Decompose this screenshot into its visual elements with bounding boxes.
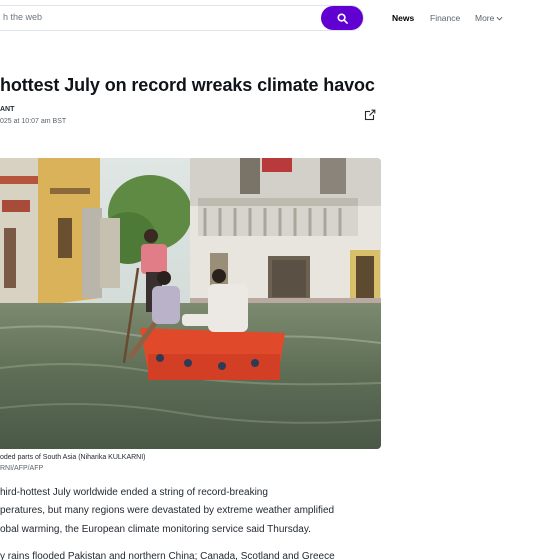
search-placeholder: h the web (3, 12, 43, 22)
nav-news[interactable]: News (392, 13, 414, 23)
chevron-down-icon (496, 16, 503, 20)
article-author[interactable]: ANT (0, 106, 14, 113)
article-paragraph: hird-hottest July worldwide ended a stri… (0, 487, 268, 498)
search-input[interactable]: h the web (0, 5, 364, 31)
article-paragraph: peratures, but many regions were devasta… (0, 505, 335, 516)
top-bar: h the web News Finance More (0, 0, 560, 37)
search-button[interactable] (321, 6, 363, 30)
article-headline: hottest July on record wreaks climate ha… (0, 75, 375, 95)
flood-photo-illustration (0, 158, 381, 449)
search-icon (336, 12, 348, 24)
photo-caption: oded parts of South Asia (Niharika KULKA… (0, 454, 146, 461)
nav-more[interactable]: More (475, 13, 503, 23)
photo-credit: RNI/AFP/AFP (0, 465, 44, 472)
nav-more-label: More (475, 13, 495, 23)
article-date: 025 at 10:07 am BST (0, 118, 67, 125)
nav-finance[interactable]: Finance (430, 13, 460, 23)
article-paragraph: obal warming, the European climate monit… (0, 524, 311, 535)
external-link-icon[interactable] (364, 109, 376, 121)
article-photo[interactable] (0, 158, 381, 449)
article-paragraph: y rains flooded Pakistan and northern Ch… (0, 551, 335, 560)
